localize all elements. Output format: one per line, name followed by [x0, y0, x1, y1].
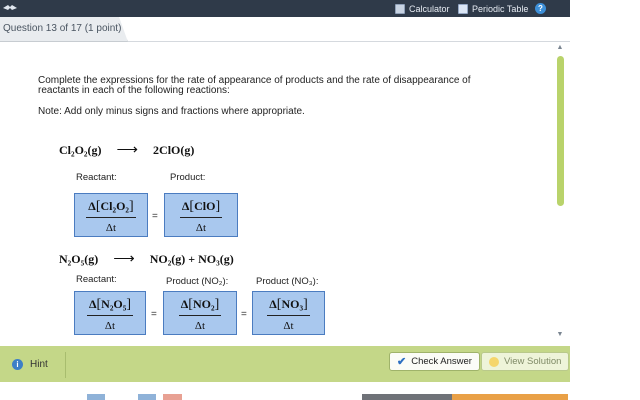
check-answer-label: Check Answer	[411, 356, 472, 367]
calculator-label: Calculator	[409, 3, 450, 14]
hint-button[interactable]: i Hint	[12, 359, 48, 370]
reaction-2-product-no2-answer[interactable]: Δ[NO₂] Δt	[163, 291, 237, 335]
species: NO₂	[192, 297, 215, 311]
reaction-2-product-no3-answer[interactable]: Δ[NO₃] Δt	[252, 291, 325, 335]
species: N₂O₅	[101, 297, 127, 311]
info-icon: i	[12, 359, 23, 370]
logo-icon	[3, 5, 17, 10]
delta-t: Δt	[105, 222, 117, 234]
check-answer-button[interactable]: ✔ Check Answer	[389, 352, 480, 371]
reaction-2-reactant: N₂O₅(g)	[59, 252, 99, 266]
rate-fraction: Δ[Cl₂O₂] Δt	[78, 197, 144, 234]
reaction-arrow: ⟶	[116, 142, 139, 158]
reaction-1-reactant-label: Reactant:	[76, 172, 117, 183]
scroll-down-icon[interactable]: ▼	[556, 331, 564, 339]
delta-t: Δt	[194, 320, 206, 332]
rate-fraction: Δ[N₂O₅] Δt	[78, 295, 142, 332]
equals-sign: =	[152, 211, 158, 222]
scroll-up-icon[interactable]: ▲	[556, 44, 564, 52]
reaction-1-reactant: Cl₂O₂(g)	[59, 143, 102, 157]
reaction-2-reactant-label: Reactant:	[76, 274, 117, 285]
periodic-table-label: Periodic Table	[472, 3, 529, 14]
reaction-2-equation: N₂O₅(g) ⟶ NO₂(g) + NO₃(g)	[59, 249, 234, 268]
view-solution-button[interactable]: View Solution	[481, 352, 570, 371]
periodic-table-icon	[458, 3, 468, 14]
lightbulb-icon	[489, 356, 499, 367]
question-tab: Question 13 of 17 (1 point)	[0, 17, 128, 42]
checkmark-icon: ✔	[397, 356, 407, 368]
footer-strip	[0, 382, 640, 400]
footer-panel	[362, 394, 452, 400]
rate-fraction: Δ[NO₃] Δt	[256, 295, 321, 332]
calculator-icon	[395, 3, 405, 14]
delta-symbol: Δ	[88, 199, 96, 213]
hint-label: Hint	[30, 359, 48, 370]
divider	[65, 352, 66, 378]
question-tab-label: Question 13 of 17 (1 point)	[3, 23, 122, 34]
delta-t: Δt	[195, 222, 207, 234]
equals-sign: =	[151, 309, 157, 320]
reaction-arrow: ⟶	[113, 251, 135, 267]
reaction-2-product: NO₂(g) + NO₃(g)	[149, 252, 234, 266]
species: NO₃	[281, 297, 304, 311]
footer-accent-panel	[452, 394, 568, 400]
reaction-2-product-no2-label: Product (NO₂):	[166, 276, 229, 287]
reaction-1-product-answer[interactable]: Δ[ClO] Δt	[164, 193, 238, 237]
calculator-button[interactable]: Calculator	[395, 2, 450, 15]
reaction-1-product-label: Product:	[170, 172, 206, 183]
periodic-table-button[interactable]: Periodic Table	[458, 2, 528, 15]
reaction-1-reactant-answer[interactable]: Δ[Cl₂O₂] Δt	[74, 193, 148, 237]
equals-sign: =	[241, 309, 247, 320]
species: ClO	[194, 199, 216, 213]
instructions-text: Complete the expressions for the rate of…	[38, 75, 471, 96]
delta-symbol: Δ	[269, 297, 277, 311]
help-icon[interactable]: ?	[535, 3, 546, 14]
scrollbar-thumb[interactable]	[557, 56, 564, 206]
footer-button[interactable]	[138, 394, 156, 400]
top-toolbar: Calculator Periodic Table ?	[0, 0, 570, 17]
reaction-2-reactant-answer[interactable]: Δ[N₂O₅] Δt	[74, 291, 146, 335]
note-text: Note: Add only minus signs and fractions…	[38, 106, 305, 117]
footer-button[interactable]	[163, 394, 182, 400]
rate-fraction: Δ[ClO] Δt	[168, 197, 234, 234]
footer-button[interactable]	[87, 394, 105, 400]
delta-t: Δt	[104, 320, 116, 332]
delta-t: Δt	[283, 320, 294, 332]
view-solution-label: View Solution	[504, 356, 562, 367]
reaction-2-product-no3-label: Product (NO₃):	[256, 276, 319, 287]
question-content: Complete the expressions for the rate of…	[0, 42, 552, 342]
vertical-scrollbar[interactable]: ▲ ▼	[554, 44, 566, 340]
bottom-action-bar: i Hint ✔ Check Answer View Solution	[0, 346, 570, 382]
species: Cl₂O₂	[100, 199, 130, 213]
reaction-1-product: 2ClO(g)	[153, 143, 195, 157]
reaction-1-equation: Cl₂O₂(g) ⟶ 2ClO(g)	[59, 140, 194, 159]
rate-fraction: Δ[NO₂] Δt	[167, 295, 233, 332]
